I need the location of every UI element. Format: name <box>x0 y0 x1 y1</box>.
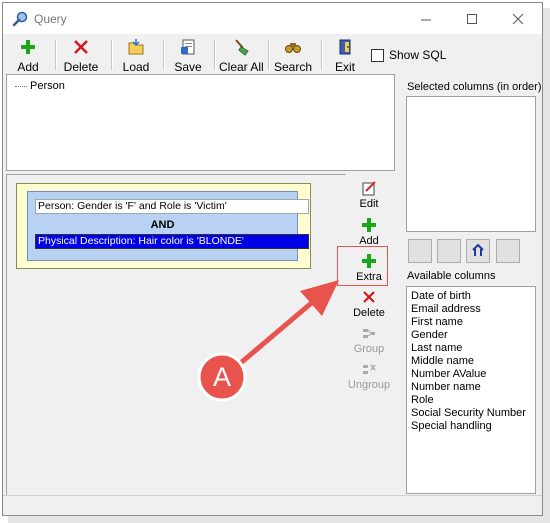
annotation-badge-label: A <box>212 362 231 392</box>
annotation-arrow <box>197 280 339 402</box>
